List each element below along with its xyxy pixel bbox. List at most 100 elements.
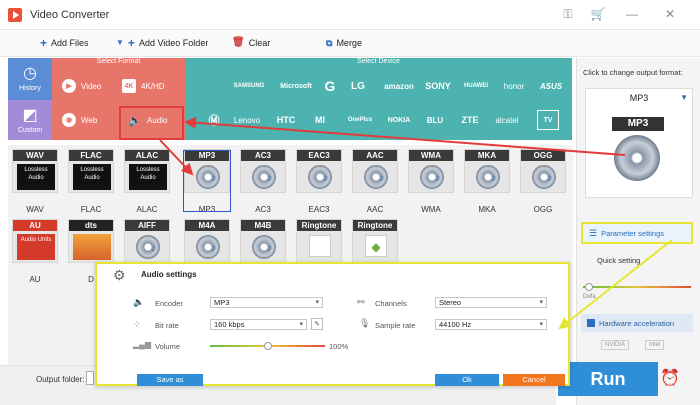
merge-button[interactable]: ⧉ Merge bbox=[326, 38, 362, 48]
default-label: Defa bbox=[583, 294, 596, 300]
format-tile-ringtone[interactable]: Ringtone ◆ bbox=[352, 219, 398, 263]
output-format-selector[interactable]: MP3 ▼ MP3 bbox=[585, 88, 693, 198]
device-microsoft[interactable]: Microsoft bbox=[275, 76, 317, 96]
edit-pencil-icon[interactable]: ✎ bbox=[311, 318, 323, 330]
quick-setting-slider[interactable] bbox=[583, 283, 691, 291]
format-tile-aiff[interactable]: AIFF ♪ bbox=[124, 219, 170, 263]
format-tile-alac[interactable]: ALAC Lossless Audio bbox=[124, 149, 170, 193]
channels-select[interactable]: Stereo bbox=[435, 297, 547, 308]
device-zte[interactable]: ZTE bbox=[455, 110, 485, 130]
toolbar: + Add Files ▼ + Add Video Folder 🗑 Clear… bbox=[0, 31, 700, 57]
samplerate-label: Sample rate bbox=[375, 321, 416, 330]
window-title: Video Converter bbox=[30, 9, 110, 21]
device-lg[interactable]: LG bbox=[345, 76, 371, 96]
music-note-icon: ♪ bbox=[435, 172, 441, 184]
format-tile-au[interactable]: AU Audio Units bbox=[12, 219, 58, 263]
format-tile-wav[interactable]: WAV Lossless Audio bbox=[12, 149, 58, 193]
device-google[interactable]: G bbox=[319, 76, 341, 96]
device-lenovo[interactable]: Lenovo bbox=[225, 110, 269, 130]
format-tile-label: EAC3 bbox=[308, 205, 330, 214]
format-video[interactable]: ▶ Video bbox=[62, 74, 101, 98]
music-note-icon: ♪ bbox=[379, 172, 385, 184]
device-blu[interactable]: BLU bbox=[421, 110, 449, 130]
format-4k-hd[interactable]: 4K 4K/HD bbox=[122, 74, 165, 98]
device-amazon[interactable]: amazon bbox=[381, 76, 417, 96]
save-as-button[interactable]: Save as bbox=[137, 374, 203, 386]
format-tile-aac[interactable]: AAC ♪ bbox=[352, 149, 398, 193]
checkbox-icon bbox=[587, 319, 595, 327]
clear-button[interactable]: 🗑 Clear bbox=[232, 38, 270, 49]
device-section-label: Select Device bbox=[357, 58, 400, 65]
device-mi[interactable]: MI bbox=[309, 110, 331, 130]
device-sony[interactable]: SONY bbox=[421, 76, 455, 96]
format-tile-name: WMA bbox=[409, 150, 453, 161]
format-tile-wma[interactable]: WMA ♪ bbox=[408, 149, 454, 193]
bitrate-icon: ⁘ bbox=[133, 319, 141, 329]
hardware-acceleration-toggle[interactable]: Hardware acceleration bbox=[581, 314, 693, 332]
nav-history[interactable]: ◷ History bbox=[8, 58, 52, 100]
parameter-settings-button[interactable]: ☰ Parameter settings bbox=[581, 222, 693, 244]
device-asus[interactable]: ASUS bbox=[535, 76, 567, 96]
audio-highlight-box bbox=[119, 106, 184, 140]
format-tile-flac[interactable]: FLAC Lossless Audio bbox=[68, 149, 114, 193]
add-files-button[interactable]: + Add Files bbox=[40, 37, 89, 49]
format-tile-m4a[interactable]: M4A ♪ bbox=[184, 219, 230, 263]
bitrate-select[interactable]: 160 kbps bbox=[210, 319, 307, 330]
device-samsung[interactable]: SAMSUNG bbox=[225, 76, 273, 96]
device-nokia[interactable]: NOKIA bbox=[381, 110, 417, 130]
format-tile-dts[interactable]: dts bbox=[68, 219, 114, 263]
volume-bars-icon: ▂▄▆ bbox=[133, 340, 151, 349]
format-tile-m4b[interactable]: M4B ♪ bbox=[240, 219, 286, 263]
volume-slider-knob[interactable] bbox=[263, 342, 272, 350]
slider-knob[interactable] bbox=[585, 283, 593, 291]
format-tile-name: ALAC bbox=[125, 150, 169, 161]
device-alcatel[interactable]: alcatel bbox=[487, 110, 527, 130]
audio-units-badge: Audio Units bbox=[17, 234, 55, 260]
device-honor[interactable]: honor bbox=[497, 76, 531, 96]
volume-label: Volume bbox=[155, 342, 181, 351]
format-tile-ogg[interactable]: OGG ♪ bbox=[520, 149, 566, 193]
apple-icon[interactable] bbox=[191, 76, 221, 96]
output-folder-input[interactable] bbox=[86, 371, 94, 385]
format-tile-name: OGG bbox=[521, 150, 565, 161]
sliders-icon: ☰ bbox=[589, 227, 598, 238]
device-huawei[interactable]: HUAWEI bbox=[457, 76, 495, 96]
add-video-folder-button[interactable]: ▼ + Add Video Folder bbox=[116, 37, 208, 49]
format-tile-label: WMA bbox=[421, 205, 441, 214]
format-tile-ringtone[interactable]: Ringtone bbox=[296, 219, 342, 263]
format-tile-label: ALAC bbox=[136, 205, 158, 214]
device-tv[interactable]: TV bbox=[537, 110, 559, 130]
format-tile-ac3[interactable]: AC3 ♪ bbox=[240, 149, 286, 193]
device-oneplus[interactable]: OnePlus bbox=[341, 110, 379, 130]
device-row-2: Ⓜ Lenovo HTC MI OnePlus NOKIA BLU ZTE al… bbox=[185, 104, 572, 134]
cart-icon[interactable]: 🛒 bbox=[590, 7, 606, 21]
key-icon[interactable]: ⚿ bbox=[560, 7, 576, 22]
minimize-icon[interactable]: — bbox=[624, 7, 640, 21]
music-note-icon: ♪ bbox=[323, 172, 329, 184]
audio-settings-dialog: ⚙ Audio settings 🔈 Encoder MP3 ⁘ Bit rat… bbox=[95, 262, 570, 386]
format-tile-name: Ringtone bbox=[297, 220, 341, 231]
format-tile-mka[interactable]: MKA ♪ bbox=[464, 149, 510, 193]
volume-slider[interactable] bbox=[210, 342, 325, 350]
nav-custom[interactable]: ◩ Custom bbox=[8, 100, 52, 140]
format-tile-name: AAC bbox=[353, 150, 397, 161]
encoder-select[interactable]: MP3 bbox=[210, 297, 323, 308]
ok-button[interactable]: Ok bbox=[435, 374, 499, 386]
run-button[interactable]: Run bbox=[558, 362, 658, 396]
4k-icon: 4K bbox=[122, 79, 136, 93]
cancel-button[interactable]: Cancel bbox=[503, 374, 565, 386]
samplerate-select[interactable]: 44100 Hz bbox=[435, 319, 547, 330]
close-icon[interactable]: ✕ bbox=[662, 7, 678, 21]
encoder-label: Encoder bbox=[155, 299, 183, 308]
format-tile-name: dts bbox=[69, 220, 113, 231]
dialog-title: Audio settings bbox=[141, 270, 197, 279]
format-tile-eac3[interactable]: EAC3 ♪ bbox=[296, 149, 342, 193]
format-tile-name: AU bbox=[13, 220, 57, 231]
format-web[interactable]: ◉ Web bbox=[62, 108, 97, 132]
play-icon: ▶ bbox=[62, 79, 76, 93]
device-htc[interactable]: HTC bbox=[271, 110, 301, 130]
format-tile-label: AC3 bbox=[255, 205, 271, 214]
alarm-clock-icon[interactable]: ⏰ bbox=[660, 368, 680, 388]
output-format-hint: Click to change output format: bbox=[583, 68, 683, 77]
format-tile-label: AU bbox=[29, 275, 41, 284]
